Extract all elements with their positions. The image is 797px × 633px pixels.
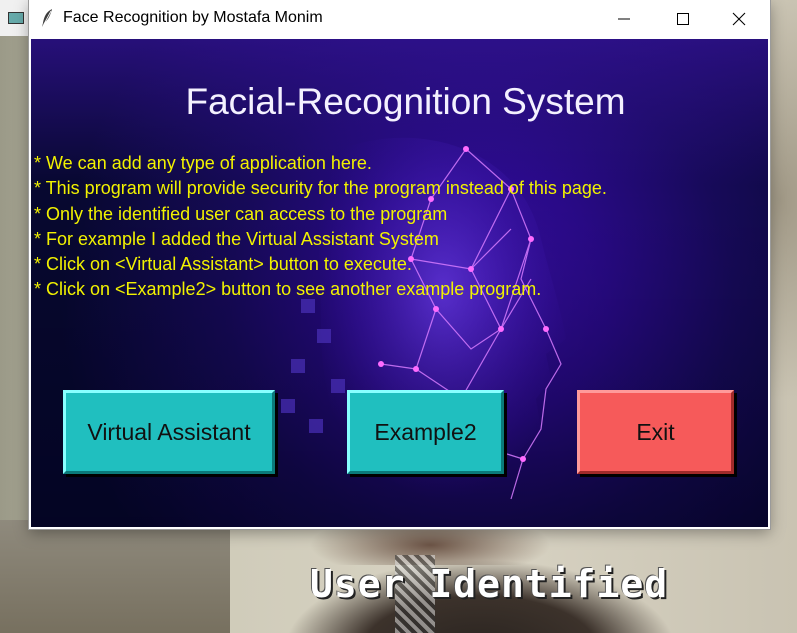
camera-left-region <box>0 520 230 633</box>
info-text-block: * We can add any type of application her… <box>34 151 607 303</box>
info-line: * We can add any type of application her… <box>34 153 372 173</box>
info-line: * This program will provide security for… <box>34 178 607 199</box>
camera-window-icon <box>8 12 24 24</box>
close-icon <box>732 12 746 25</box>
maximize-icon <box>677 12 689 25</box>
info-line: * Only the identified user can access to… <box>34 203 448 224</box>
exit-button[interactable]: Exit <box>577 390 734 474</box>
feather-icon <box>42 9 52 27</box>
virtual-assistant-button[interactable]: Virtual Assistant <box>63 390 275 474</box>
app-window: Face Recognition by Mostafa Monim Facial… <box>29 0 770 529</box>
minimize-button[interactable] <box>601 0 647 37</box>
main-canvas: Facial-Recognition System * We can add a… <box>31 39 768 527</box>
titlebar[interactable]: Face Recognition by Mostafa Monim <box>29 0 770 37</box>
info-line: * For example I added the Virtual Assist… <box>34 228 439 249</box>
window-title: Face Recognition by Mostafa Monim <box>63 9 323 26</box>
user-identified-label: User Identified <box>310 562 669 606</box>
example2-button[interactable]: Example2 <box>347 390 504 474</box>
maximize-button[interactable] <box>660 0 706 37</box>
camera-window-titlebar <box>0 0 28 36</box>
info-line: * Click on <Virtual Assistant> button to… <box>34 254 412 275</box>
close-button[interactable] <box>716 0 762 37</box>
page-title: Facial-Recognition System <box>185 81 626 122</box>
info-line: * Click on <Example2> button to see anot… <box>34 279 542 300</box>
minimize-icon <box>618 18 630 19</box>
